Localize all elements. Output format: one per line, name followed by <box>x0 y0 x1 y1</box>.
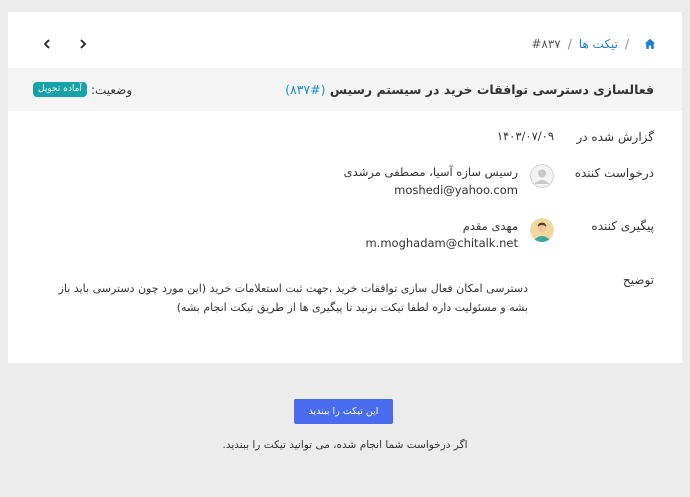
breadcrumb-separator: / <box>567 37 572 51</box>
breadcrumb: / تیکت ها / #۸۳۷ <box>531 37 656 51</box>
ticket-title: فعالسازی دسترسی توافقات خرید در سیستم رس… <box>285 82 654 97</box>
ticket-card: / تیکت ها / #۸۳۷ فعالسازی دسترسی توافقات… <box>8 12 682 363</box>
close-ticket-note: اگر درخواست شما انجام شده، می توانید تیک… <box>222 439 468 451</box>
ticket-description: دسترسی امکان فعال سازی توافقات خرید ،جهت… <box>58 282 528 314</box>
ticket-number: (#۸۳۷) <box>285 82 326 97</box>
breadcrumb-separator: / <box>624 37 629 51</box>
ticket-title-text: فعالسازی دسترسی توافقات خرید در سیستم رس… <box>329 82 654 97</box>
follower-name: مهدی مقدم <box>462 219 518 233</box>
requester-label: درخواست کننده <box>574 166 654 180</box>
previous-ticket-button[interactable] <box>76 37 90 51</box>
description-label: توضیح <box>622 273 654 287</box>
follower-label: پیگیری کننده <box>591 219 654 233</box>
requester-name: رسیس سازه آسیا، مصطفی مرشدی <box>343 165 518 179</box>
follower-email: m.moghadam@chitalk.net <box>365 236 518 250</box>
ticket-topbar: / تیکت ها / #۸۳۷ <box>8 12 682 68</box>
breadcrumb-current: #۸۳۷ <box>531 37 561 51</box>
requester-avatar <box>530 164 554 188</box>
home-icon[interactable] <box>644 38 656 50</box>
status-badge: آماده تحویل <box>33 82 87 97</box>
ticket-title-row: فعالسازی دسترسی توافقات خرید در سیستم رس… <box>8 68 682 111</box>
requester-email: moshedi@yahoo.com <box>394 183 518 197</box>
follower-avatar <box>530 218 554 242</box>
reported-date: ۱۴۰۳/۰۷/۰۹ <box>496 129 554 143</box>
reported-label: گزارش شده در <box>576 130 654 144</box>
close-ticket-button[interactable]: این تیکت را ببندید <box>294 399 393 424</box>
next-ticket-button[interactable] <box>40 37 54 51</box>
chevron-right-icon <box>80 39 87 49</box>
chevron-left-icon <box>43 39 50 49</box>
breadcrumb-tickets-link[interactable]: تیکت ها <box>579 37 618 51</box>
status-label: وضعیت: <box>90 82 133 97</box>
ticket-status: وضعیت: آماده تحویل <box>33 82 132 97</box>
